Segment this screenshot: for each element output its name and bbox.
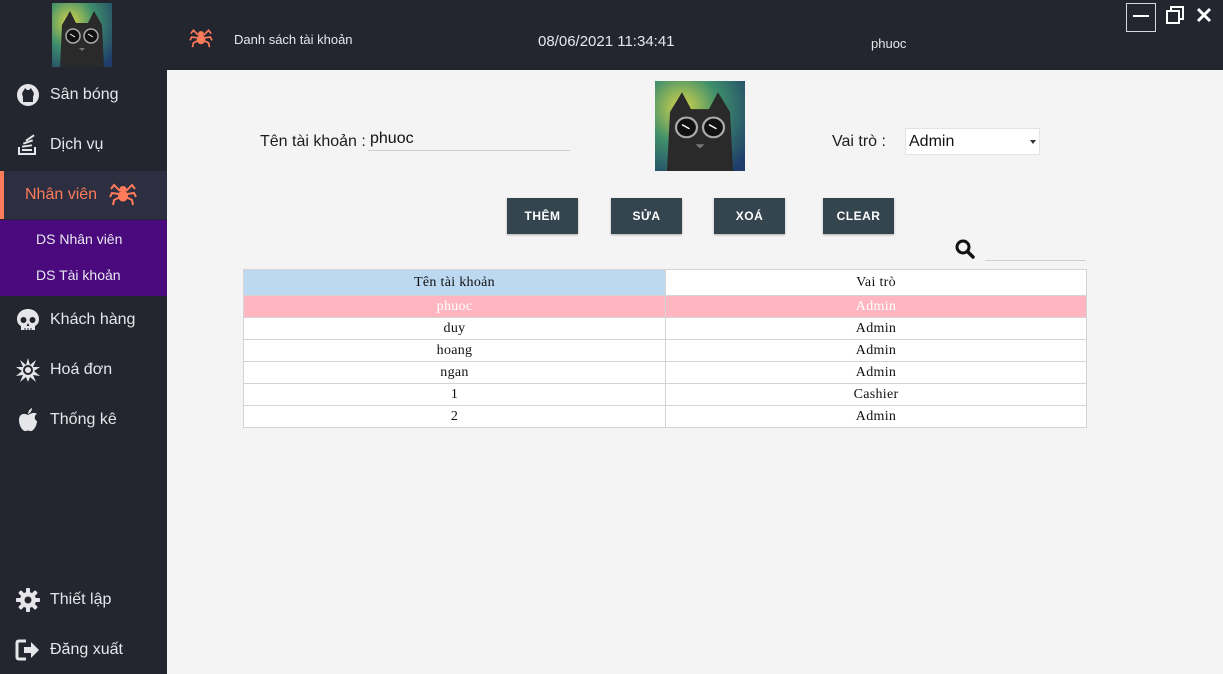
cell-username: ngan	[243, 361, 666, 384]
sidebar-item-san-bong[interactable]: Sân bóng	[0, 71, 167, 119]
sidebar-item-label: Dịch vụ	[50, 136, 104, 153]
table-header-row: Tên tài khoản Vai trò	[243, 269, 1087, 296]
cat-avatar-icon	[655, 81, 745, 171]
header-bar: Danh sách tài khoản 08/06/2021 11:34:41 …	[167, 0, 1223, 70]
current-user-label: phuoc	[871, 36, 907, 51]
table-row[interactable]: 1 Cashier	[243, 383, 1087, 406]
main-content: Tên tài khoản : Vai trò : Admin THÊM SỬA…	[167, 70, 1223, 674]
sidebar: Sân bóng Dịch vụ Nhân viên DS Nhân viên …	[0, 0, 167, 674]
spider-icon	[109, 180, 137, 211]
chevron-down-icon	[1030, 140, 1036, 144]
submenu-item-ds-nhan-vien[interactable]: DS Nhân viên	[36, 231, 122, 247]
gear-icon	[15, 587, 41, 613]
table-row[interactable]: ngan Admin	[243, 361, 1087, 384]
sidebar-item-hoa-don[interactable]: Hoá đơn	[0, 346, 167, 394]
table-row[interactable]: 2 Admin	[243, 405, 1087, 428]
sidebar-item-label: Thiết lập	[50, 591, 112, 608]
spider-icon	[189, 26, 213, 53]
add-button[interactable]: THÊM	[507, 198, 578, 234]
active-indicator	[0, 171, 4, 219]
apple-icon	[15, 407, 41, 433]
cell-role: Admin	[665, 339, 1087, 362]
username-input[interactable]	[368, 128, 570, 151]
minimize-icon	[1132, 6, 1150, 29]
search-input[interactable]	[985, 235, 1086, 261]
sidebar-item-thiet-lap[interactable]: Thiết lập	[0, 576, 167, 624]
delete-button[interactable]: XOÁ	[714, 198, 785, 234]
sidebar-item-nhan-vien[interactable]: Nhân viên	[0, 171, 167, 219]
maximize-button[interactable]	[1160, 3, 1190, 32]
stack-icon	[15, 132, 41, 158]
sidebar-item-label: Nhân viên	[25, 186, 98, 203]
maximize-icon	[1165, 5, 1185, 30]
submenu: DS Nhân viên DS Tài khoản	[0, 220, 167, 296]
table-row[interactable]: hoang Admin	[243, 339, 1087, 362]
sidebar-item-label: Sân bóng	[50, 86, 119, 103]
github-icon	[15, 82, 41, 108]
cell-username: duy	[243, 317, 666, 340]
sidebar-item-label: Khách hàng	[50, 311, 136, 328]
cell-role: Admin	[665, 295, 1087, 318]
column-header-role[interactable]: Vai trò	[665, 269, 1087, 296]
role-select[interactable]: Admin	[905, 128, 1040, 155]
cell-username: 1	[243, 383, 666, 406]
edit-button[interactable]: SỬA	[611, 198, 682, 234]
sidebar-item-dich-vu[interactable]: Dịch vụ	[0, 121, 167, 169]
sidebar-item-thong-ke[interactable]: Thống kê	[0, 396, 167, 444]
sidebar-item-label: Đăng xuất	[50, 641, 123, 658]
username-label: Tên tài khoản :	[260, 133, 366, 150]
cell-role: Admin	[665, 361, 1087, 384]
sidebar-item-label: Thống kê	[50, 411, 117, 428]
search-icon[interactable]	[955, 239, 975, 264]
sidebar-item-label: Hoá đơn	[50, 361, 113, 378]
clear-button[interactable]: CLEAR	[823, 198, 894, 234]
table-row[interactable]: phuoc Admin	[243, 295, 1087, 318]
accounts-table: Tên tài khoản Vai trò phuoc Admin duy Ad…	[243, 269, 1087, 428]
cat-logo-icon	[52, 3, 112, 67]
table-row[interactable]: duy Admin	[243, 317, 1087, 340]
skull-icon	[15, 307, 41, 333]
column-header-username[interactable]: Tên tài khoản	[243, 269, 666, 296]
page-title: Danh sách tài khoản	[234, 32, 353, 47]
datetime-label: 08/06/2021 11:34:41	[538, 33, 675, 50]
sidebar-item-dang-xuat[interactable]: Đăng xuất	[0, 626, 167, 674]
sidebar-item-khach-hang[interactable]: Khách hàng	[0, 296, 167, 344]
cell-username: hoang	[243, 339, 666, 362]
minimize-button[interactable]	[1126, 3, 1156, 32]
cell-role: Admin	[665, 405, 1087, 428]
cell-username: phuoc	[243, 295, 666, 318]
cell-role: Admin	[665, 317, 1087, 340]
logout-icon	[15, 637, 41, 663]
cell-role: Cashier	[665, 383, 1087, 406]
close-button[interactable]	[1189, 3, 1219, 32]
close-icon	[1195, 6, 1213, 29]
submenu-item-ds-tai-khoan[interactable]: DS Tài khoản	[36, 267, 121, 283]
role-select-value: Admin	[909, 132, 955, 150]
burst-icon	[15, 357, 41, 383]
role-label: Vai trò :	[832, 133, 886, 150]
cell-username: 2	[243, 405, 666, 428]
